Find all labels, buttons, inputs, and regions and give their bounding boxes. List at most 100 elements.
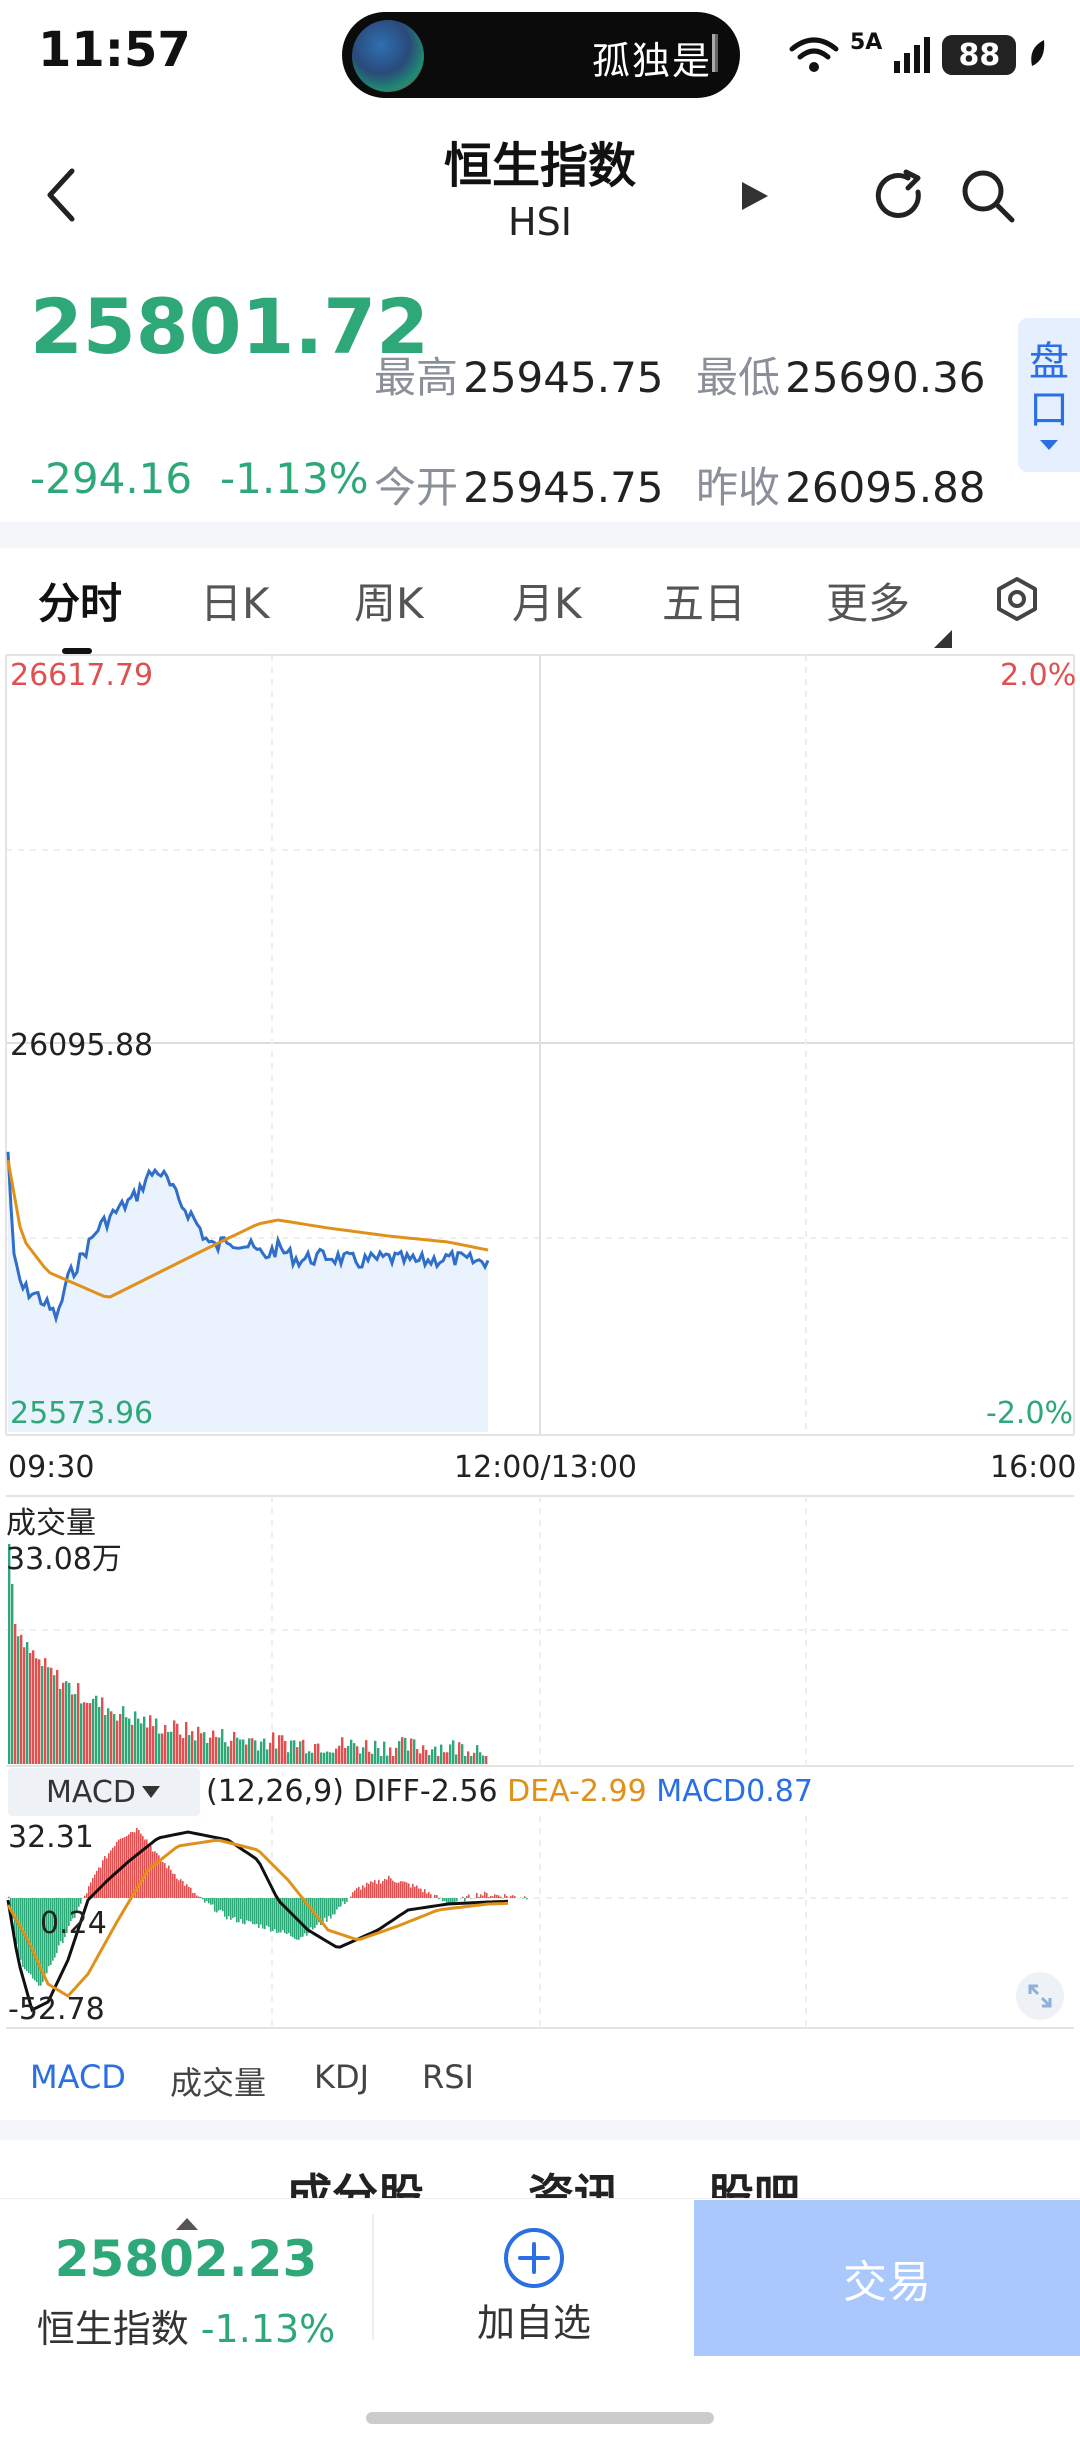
volume-bar <box>470 1756 473 1764</box>
volume-bar <box>317 1743 320 1764</box>
macd-bar <box>462 1896 464 1898</box>
volume-bar <box>425 1749 428 1764</box>
volume-bar <box>179 1734 182 1764</box>
macd-bar <box>284 1898 286 1934</box>
macd-bar <box>376 1883 378 1898</box>
macd-bar <box>504 1894 506 1898</box>
settings-icon[interactable] <box>994 576 1040 622</box>
volume-bar <box>437 1756 440 1764</box>
y-axis-top-pct: 2.0% <box>1000 658 1077 693</box>
macd-bar <box>402 1881 404 1898</box>
macd-bar <box>430 1894 432 1898</box>
volume-bar <box>410 1738 413 1764</box>
macd-bar <box>344 1898 346 1904</box>
volume-bar <box>302 1739 305 1764</box>
volume-bar <box>332 1752 335 1764</box>
volume-bar <box>140 1723 143 1764</box>
macd-bar <box>370 1881 372 1898</box>
macd-bar <box>364 1887 366 1898</box>
volume-bar <box>305 1753 308 1764</box>
play-icon[interactable] <box>742 182 768 210</box>
macd-axis-top: 32.31 <box>8 1820 94 1855</box>
tab-intraday[interactable]: 分时 <box>38 570 122 631</box>
macd-selector[interactable]: MACD <box>8 1768 200 1816</box>
tab-monthly-k[interactable]: 月K <box>512 570 582 631</box>
volume-bar <box>59 1688 62 1764</box>
expand-icon[interactable] <box>1016 1972 1064 2020</box>
volume-bar <box>428 1755 431 1764</box>
macd-bar <box>150 1845 152 1898</box>
order-book-char-2: 口 <box>1029 387 1069 433</box>
macd-bar <box>266 1898 268 1926</box>
macd-bar <box>232 1898 234 1919</box>
tab-indicator-volume[interactable]: 成交量 <box>170 2058 266 2104</box>
macd-bar <box>452 1898 454 1903</box>
macd-bar <box>200 1896 202 1898</box>
macd-bar <box>8 1896 10 1898</box>
volume-bar <box>398 1741 401 1764</box>
tab-more[interactable]: 更多 <box>826 570 910 631</box>
macd-bar <box>222 1898 224 1912</box>
macd-bar <box>98 1867 100 1898</box>
order-book-button[interactable]: 盘 口 <box>1018 318 1080 472</box>
macd-bar <box>126 1835 128 1898</box>
volume-bar <box>242 1739 245 1764</box>
search-icon[interactable] <box>958 166 1018 226</box>
bottom-index-info[interactable]: 恒生指数 -1.13% <box>0 2298 372 2353</box>
macd-axis-bottom: -52.78 <box>8 1992 105 2027</box>
macd-bar <box>484 1891 486 1898</box>
macd-bar <box>390 1878 392 1898</box>
tab-indicator-rsi[interactable]: RSI <box>422 2058 474 2096</box>
tab-weekly-k[interactable]: 周K <box>354 570 424 631</box>
volume-bar <box>383 1741 386 1764</box>
high-label: 最高 <box>374 353 459 402</box>
order-book-char-1: 盘 <box>1029 339 1069 385</box>
volume-bar <box>386 1755 389 1764</box>
volume-bar <box>485 1756 488 1764</box>
volume-bar <box>11 1584 14 1764</box>
add-watchlist-icon[interactable] <box>502 2226 566 2290</box>
macd-bar <box>374 1880 376 1898</box>
tab-five-day[interactable]: 五日 <box>662 570 746 631</box>
macd-bar <box>454 1898 456 1903</box>
macd-bar <box>154 1851 156 1898</box>
macd-bar <box>302 1898 304 1937</box>
trade-button[interactable]: 交易 <box>694 2200 1080 2356</box>
add-watchlist-label[interactable]: 加自选 <box>374 2292 694 2347</box>
macd-bar <box>426 1893 428 1898</box>
volume-bar <box>434 1746 437 1764</box>
volume-bar <box>83 1702 86 1764</box>
home-indicator[interactable] <box>366 2412 714 2424</box>
prev-close-value: 26095.88 <box>785 463 986 512</box>
tab-indicator-macd[interactable]: MACD <box>30 2058 126 2096</box>
volume-bar <box>245 1744 248 1764</box>
volume-bar <box>419 1753 422 1764</box>
volume-bar <box>266 1749 269 1764</box>
macd-bar <box>490 1895 492 1898</box>
volume-bar <box>176 1723 179 1764</box>
macd-bar <box>180 1879 182 1898</box>
macd-bar <box>132 1831 134 1898</box>
bottom-price[interactable]: 25802.23 <box>0 2230 372 2288</box>
caret-down-icon <box>141 1786 160 1798</box>
macd-bar <box>100 1867 102 1898</box>
volume-bar <box>35 1658 38 1764</box>
tab-daily-k[interactable]: 日K <box>200 570 270 631</box>
volume-bar <box>455 1754 458 1764</box>
macd-bar <box>468 1894 470 1898</box>
macd-bar <box>224 1898 226 1917</box>
volume-bar <box>47 1667 50 1764</box>
volume-bar <box>62 1682 65 1764</box>
refresh-icon[interactable] <box>872 168 928 224</box>
volume-bar <box>320 1752 323 1764</box>
macd-bar <box>494 1894 496 1898</box>
volume-bar <box>218 1737 221 1764</box>
intraday-chart[interactable] <box>0 648 1080 2048</box>
macd-bar <box>88 1886 90 1898</box>
macd-bar <box>336 1898 338 1910</box>
macd-bar <box>514 1896 516 1898</box>
macd-bar <box>288 1898 290 1934</box>
tab-indicator-kdj[interactable]: KDJ <box>314 2058 369 2096</box>
volume-bar <box>41 1666 44 1764</box>
macd-bar <box>212 1898 214 1905</box>
